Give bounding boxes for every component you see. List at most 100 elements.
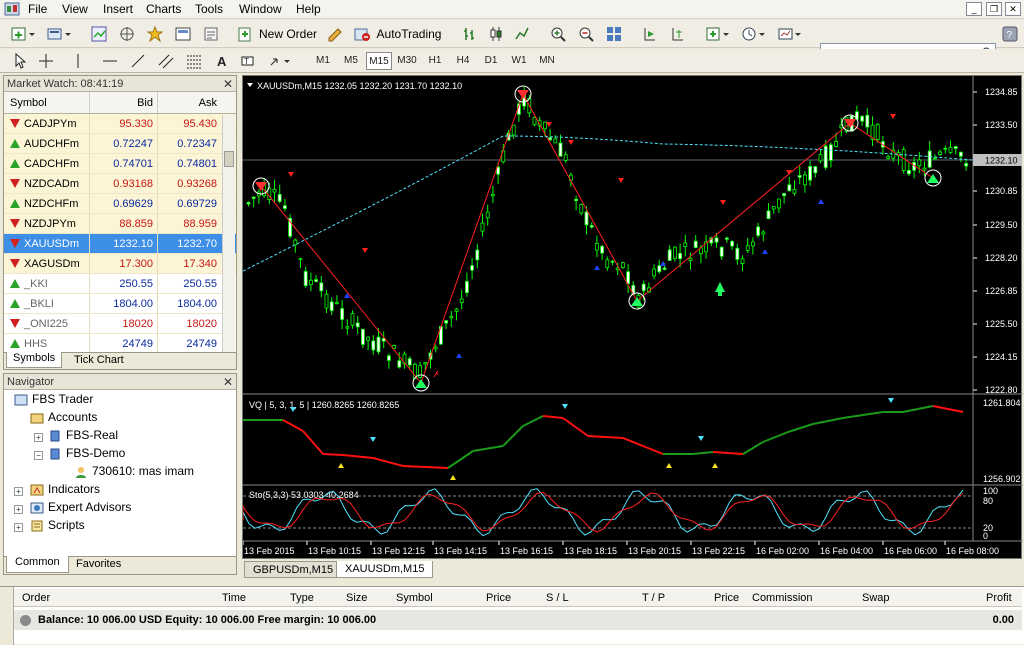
close-icon[interactable]: ✕ <box>223 374 233 390</box>
close-button[interactable]: ✕ <box>1005 2 1021 16</box>
column-swap[interactable]: Swap <box>862 592 890 604</box>
column-price[interactable]: Price <box>486 592 511 604</box>
restore-button[interactable]: ❐ <box>986 2 1002 16</box>
crosshair-icon[interactable] <box>36 51 56 71</box>
data-window-icon[interactable] <box>116 24 138 44</box>
market-watch-icon[interactable] <box>88 24 110 44</box>
new-chart-icon[interactable] <box>8 24 40 44</box>
indicators-icon[interactable] <box>704 24 734 44</box>
arrows-icon[interactable] <box>266 51 296 71</box>
line-chart-icon[interactable] <box>512 24 532 44</box>
collapse-icon[interactable]: − <box>34 451 43 460</box>
column-tp[interactable]: T / P <box>642 592 665 604</box>
column-commission[interactable]: Commission <box>752 592 813 604</box>
menu-insert[interactable]: Insert <box>103 2 133 16</box>
fibonacci-icon[interactable] <box>184 51 204 71</box>
autoscroll-icon[interactable] <box>668 24 688 44</box>
market-watch-row[interactable]: HHS 24749 24749 <box>4 334 236 354</box>
metaeditor-icon[interactable] <box>324 24 346 44</box>
tree-scripts[interactable]: Scripts <box>30 518 85 532</box>
tree-fbs-demo[interactable]: FBS-Demo <box>48 446 125 460</box>
menu-file[interactable]: File <box>28 2 47 16</box>
chart-tab-gbpusd[interactable]: GBPUSDm,M15 <box>244 561 343 578</box>
chart-tab-xauusd[interactable]: XAUUSDm,M15 <box>336 561 434 578</box>
timeframe-d1[interactable]: D1 <box>478 52 504 70</box>
timeframe-m5[interactable]: M5 <box>338 52 364 70</box>
column-sl[interactable]: S / L <box>546 592 569 604</box>
menu-tools[interactable]: Tools <box>195 2 223 16</box>
zoom-in-icon[interactable] <box>548 24 568 44</box>
timeframe-w1[interactable]: W1 <box>506 52 532 70</box>
minimize-button[interactable]: _ <box>966 2 982 16</box>
candlestick-icon[interactable] <box>486 24 506 44</box>
menu-help[interactable]: Help <box>296 2 321 16</box>
market-watch-row[interactable]: _KKI 250.55 250.55 <box>4 274 236 294</box>
bar-chart-icon[interactable] <box>460 24 480 44</box>
cursor-icon[interactable] <box>10 51 30 71</box>
column-size[interactable]: Size <box>346 592 367 604</box>
timeframe-h1[interactable]: H1 <box>422 52 448 70</box>
column-order[interactable]: Order <box>22 592 50 604</box>
timeframe-m30[interactable]: M30 <box>394 52 420 70</box>
tile-windows-icon[interactable] <box>604 24 624 44</box>
market-watch-row[interactable]: XAGUSDm 17.300 17.340 <box>4 254 236 274</box>
tester-icon[interactable] <box>200 24 222 44</box>
text-tool-icon[interactable]: A <box>212 51 232 71</box>
menu-window[interactable]: Window <box>239 2 282 16</box>
tab-tick-chart[interactable]: Tick Chart <box>74 354 124 366</box>
expand-icon[interactable]: + <box>34 433 43 442</box>
autotrading-button[interactable]: AutoTrading <box>350 24 444 44</box>
column-type[interactable]: Type <box>290 592 314 604</box>
menu-charts[interactable]: Charts <box>146 2 181 16</box>
chart-shift-icon[interactable] <box>640 24 660 44</box>
timeframe-h4[interactable]: H4 <box>450 52 476 70</box>
vertical-line-icon[interactable] <box>68 51 88 71</box>
horizontal-line-icon[interactable] <box>100 51 120 71</box>
column-bid[interactable]: Bid <box>90 92 158 113</box>
chart-window[interactable]: XAUUSDm,M15 1232.05 1232.20 1231.70 1232… <box>242 75 1023 560</box>
column-ask[interactable]: Ask <box>158 92 221 113</box>
timeframe-m15[interactable]: M15 <box>366 52 392 70</box>
market-watch-row[interactable]: _ONI225 18020 18020 <box>4 314 236 334</box>
market-watch-scrollbar[interactable] <box>222 115 235 353</box>
column-profit[interactable]: Profit <box>986 592 1012 604</box>
app-icon[interactable] <box>4 1 20 20</box>
expand-icon[interactable]: + <box>14 487 23 496</box>
periods-icon[interactable] <box>740 24 770 44</box>
expand-icon[interactable]: + <box>14 523 23 532</box>
tree-account-item[interactable]: 730610: mas imam <box>74 464 194 478</box>
market-watch-row[interactable]: _BKLI 1804.00 1804.00 <box>4 294 236 314</box>
tree-root[interactable]: FBS Trader <box>14 392 93 406</box>
expand-icon[interactable]: + <box>14 505 23 514</box>
timeframe-m1[interactable]: M1 <box>310 52 336 70</box>
menu-view[interactable]: View <box>62 2 88 16</box>
market-watch-row[interactable]: AUDCHFm 0.72247 0.72347 <box>4 134 236 154</box>
label-tool-icon[interactable]: T <box>238 51 258 71</box>
templates-icon[interactable] <box>776 24 806 44</box>
tree-expert-advisors[interactable]: Expert Advisors <box>30 500 131 514</box>
column-symbol[interactable]: Symbol <box>4 92 90 113</box>
tree-fbs-real[interactable]: FBS-Real <box>48 428 118 442</box>
navigator-icon[interactable] <box>144 24 166 44</box>
column-symbol[interactable]: Symbol <box>396 592 433 604</box>
chart-canvas[interactable]: XAUUSDm,M15 1232.05 1232.20 1231.70 1232… <box>242 76 1023 560</box>
market-watch-row[interactable]: NZDCHFm 0.69629 0.69729 <box>4 194 236 214</box>
new-order-button[interactable]: New Order <box>236 24 318 44</box>
timeframe-mn[interactable]: MN <box>534 52 560 70</box>
market-watch-row[interactable]: CADCHFm 0.74701 0.74801 <box>4 154 236 174</box>
terminal-icon[interactable] <box>172 24 194 44</box>
tab-favorites[interactable]: Favorites <box>76 558 121 570</box>
close-icon[interactable]: ✕ <box>223 76 233 92</box>
market-watch-row[interactable]: NZDCADm 0.93168 0.93268 <box>4 174 236 194</box>
zoom-out-icon[interactable] <box>576 24 596 44</box>
market-watch-row[interactable]: XAUUSDm 1232.10 1232.70 <box>4 234 236 254</box>
channel-icon[interactable] <box>156 51 176 71</box>
tab-common[interactable]: Common <box>6 556 69 573</box>
profiles-icon[interactable] <box>44 24 76 44</box>
market-watch-row[interactable]: NZDJPYm 88.859 88.959 <box>4 214 236 234</box>
tree-accounts[interactable]: Accounts <box>30 410 97 424</box>
community-icon[interactable]: ? <box>1000 24 1020 44</box>
tree-indicators[interactable]: Indicators <box>30 482 100 496</box>
market-watch-row[interactable]: CADJPYm 95.330 95.430 <box>4 114 236 134</box>
trendline-icon[interactable] <box>128 51 148 71</box>
